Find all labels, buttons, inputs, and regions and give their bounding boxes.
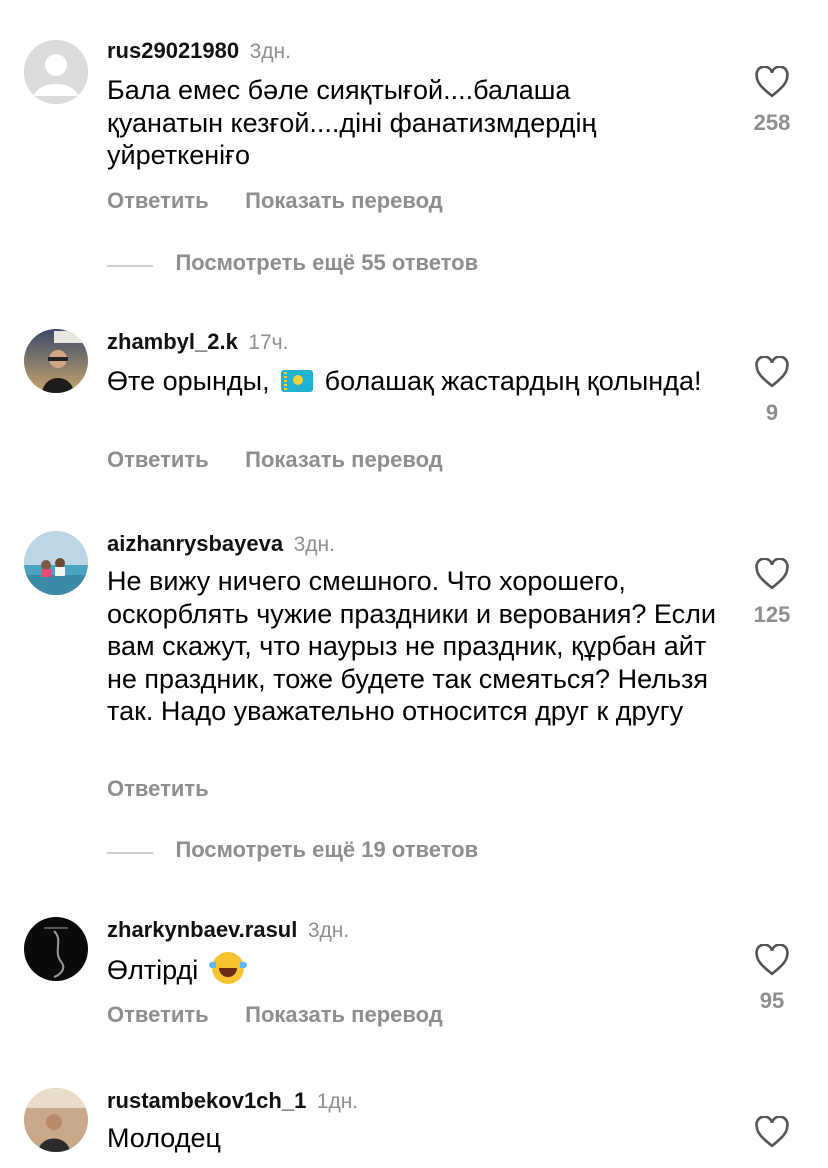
timestamp: 3дн.: [249, 40, 291, 63]
comment-text: Өлтірді: [107, 952, 717, 987]
replies-divider: [107, 264, 153, 267]
heart-icon[interactable]: [754, 1116, 790, 1148]
show-translation-button[interactable]: Показать перевод: [245, 447, 443, 472]
reply-button[interactable]: Ответить: [107, 1002, 209, 1027]
comment-text: Молодец: [107, 1123, 221, 1153]
username[interactable]: rus29021980: [107, 38, 239, 63]
user-photo: [24, 917, 88, 981]
comment-header: rus29021980 3дн.: [107, 38, 291, 64]
avatar[interactable]: [24, 329, 88, 393]
timestamp: 17ч.: [248, 331, 289, 354]
like-count: 9: [765, 400, 779, 425]
heart-icon[interactable]: [754, 558, 790, 590]
timestamp: 1дн.: [316, 1090, 359, 1113]
tears-of-joy-emoji: [208, 952, 247, 984]
avatar[interactable]: [24, 40, 88, 104]
comment-header: zhambyl_2.k 17ч.: [107, 329, 288, 355]
view-replies-button[interactable]: Посмотреть ещё 55 ответов: [107, 250, 478, 278]
comment-actions: Ответить Показать перевод: [107, 188, 475, 216]
comment-header: rustambekov1ch_1 1дн.: [107, 1088, 358, 1114]
replies-divider: [107, 851, 153, 854]
comment-text: Бала емес бәле сияқтығой....балаша қуана…: [107, 75, 597, 170]
username[interactable]: zharkynbaev.rasul: [107, 917, 297, 942]
reply-button[interactable]: Ответить: [107, 776, 209, 801]
comment-header: zharkynbaev.rasul 3дн.: [107, 917, 349, 943]
timestamp: 3дн.: [293, 533, 335, 556]
reply-button[interactable]: Ответить: [107, 447, 209, 472]
avatar[interactable]: [24, 1088, 88, 1152]
avatar[interactable]: [24, 917, 88, 981]
comment-actions: Ответить Показать перевод: [107, 1002, 475, 1030]
heart-icon[interactable]: [754, 66, 790, 98]
heart-icon[interactable]: [754, 944, 790, 976]
like-count: 95: [759, 988, 785, 1013]
comment-text-part: Өлтірді: [107, 955, 199, 985]
show-translation-button[interactable]: Показать перевод: [245, 188, 443, 213]
avatar[interactable]: [24, 531, 88, 595]
like-count: 125: [753, 602, 791, 627]
user-photo: [24, 1088, 88, 1152]
user-photo: [24, 531, 88, 595]
timestamp: 3дн.: [307, 919, 350, 942]
kazakhstan-flag-emoji: [281, 370, 314, 392]
view-replies-button[interactable]: Посмотреть ещё 19 ответов: [107, 837, 478, 865]
comment-text-part: Өте орынды,: [107, 366, 270, 396]
like-control: [740, 1116, 804, 1148]
view-replies-label: Посмотреть ещё 55 ответов: [175, 250, 479, 275]
comment-text: Өте орынды, болашақ жастардың қолында!: [107, 365, 717, 398]
like-control: 9: [740, 356, 804, 426]
username[interactable]: zhambyl_2.k: [107, 329, 238, 354]
reply-button[interactable]: Ответить: [107, 188, 209, 213]
comment-actions: Ответить Показать перевод: [107, 447, 475, 475]
like-control: 95: [740, 944, 804, 1014]
comment-actions: Ответить: [107, 776, 241, 804]
like-count: 258: [753, 110, 791, 135]
comment-text: Не вижу ничего смешного. Что хорошего, о…: [107, 566, 716, 726]
show-translation-button[interactable]: Показать перевод: [245, 1002, 443, 1027]
username[interactable]: rustambekov1ch_1: [107, 1088, 306, 1113]
username[interactable]: aizhanrysbayeva: [107, 531, 283, 556]
default-avatar-icon: [24, 40, 88, 104]
view-replies-label: Посмотреть ещё 19 ответов: [175, 837, 479, 862]
comment-header: aizhanrysbayeva 3дн.: [107, 531, 335, 557]
like-control: 258: [740, 66, 804, 136]
like-control: 125: [740, 558, 804, 628]
comment-text-part: болашақ жастардың қолында!: [324, 366, 702, 396]
heart-icon[interactable]: [754, 356, 790, 388]
user-photo: [24, 329, 88, 393]
